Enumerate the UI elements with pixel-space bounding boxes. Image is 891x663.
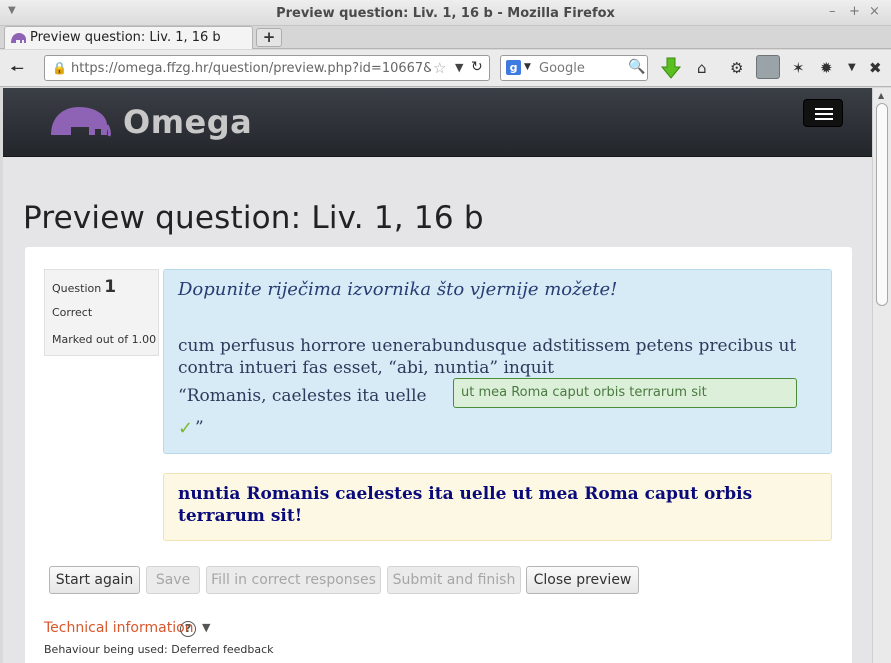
question-grade: Marked out of 1.00 bbox=[52, 333, 157, 346]
scrollbar-thumb[interactable] bbox=[876, 103, 888, 306]
window-titlebar: ▼ Preview question: Liv. 1, 16 b - Mozil… bbox=[0, 0, 891, 26]
google-icon[interactable]: g bbox=[506, 60, 521, 75]
download-arrow-icon[interactable] bbox=[661, 57, 681, 79]
close-preview-button[interactable]: Close preview bbox=[526, 566, 639, 594]
back-arrow-icon[interactable]: 🠔 bbox=[10, 58, 24, 85]
tab-title: Preview question: Liv. 1, 16 b bbox=[30, 30, 221, 45]
question-info: Question 1 Correct Marked out of 1.00 bbox=[44, 269, 159, 356]
closing-quote: ” bbox=[195, 418, 204, 438]
page-viewport: Omega Preview question: Liv. 1, 16 b Que… bbox=[3, 88, 872, 663]
question-formulation: Dopunite riječima izvornika što vjernije… bbox=[163, 269, 832, 454]
tab-strip: Preview question: Liv. 1, 16 b + bbox=[0, 26, 891, 49]
start-again-button[interactable]: Start again bbox=[49, 566, 140, 594]
omega-favicon-icon bbox=[11, 33, 26, 43]
addon-icon-2[interactable]: ✶ bbox=[792, 59, 805, 77]
lock-icon[interactable]: 🔒 bbox=[52, 61, 67, 75]
tab-preview-question[interactable]: Preview question: Liv. 1, 16 b bbox=[4, 26, 253, 49]
url-dropdown-icon[interactable]: ▼ bbox=[455, 61, 463, 74]
reload-icon[interactable]: ↻ bbox=[471, 59, 483, 75]
addon-icon-3[interactable]: ✹ bbox=[820, 59, 833, 77]
expand-caret-icon[interactable]: ▼ bbox=[202, 621, 210, 634]
search-engine-placeholder[interactable]: Google bbox=[539, 61, 585, 76]
submit-and-finish-button[interactable]: Submit and finish bbox=[387, 566, 521, 594]
menu-toggle-button[interactable] bbox=[803, 99, 843, 127]
page-title: Preview question: Liv. 1, 16 b bbox=[23, 200, 484, 236]
evernote-icon[interactable] bbox=[756, 55, 780, 79]
search-bar[interactable]: g ▼ Google 🔍 bbox=[500, 55, 648, 81]
hamburger-line bbox=[815, 108, 833, 110]
maximize-button[interactable]: + bbox=[849, 4, 860, 19]
site-header: Omega bbox=[3, 88, 872, 157]
save-button[interactable]: Save bbox=[146, 566, 200, 594]
hamburger-line bbox=[815, 118, 833, 120]
search-engine-dropdown-icon[interactable]: ▼ bbox=[524, 62, 531, 72]
question-number: Question 1 bbox=[52, 277, 116, 297]
question-instruction: Dopunite riječima izvornika što vjernije… bbox=[178, 279, 618, 300]
technical-information-link[interactable]: Technical information bbox=[44, 620, 194, 636]
addon-icon-1[interactable]: ⚙ bbox=[730, 59, 743, 77]
window-title: Preview question: Liv. 1, 16 b - Mozilla… bbox=[276, 6, 615, 21]
home-icon[interactable]: ⌂ bbox=[697, 59, 707, 77]
scroll-up-arrow-icon[interactable]: ▲ bbox=[878, 91, 884, 100]
toolbar-overflow-icon[interactable]: ▼ bbox=[848, 62, 856, 73]
question-state: Correct bbox=[52, 306, 93, 319]
brand-name[interactable]: Omega bbox=[123, 103, 252, 141]
right-answer-text: nuntia Romanis caelestes ita uelle ut me… bbox=[178, 484, 753, 526]
url-bar[interactable]: 🔒 https://omega.ffzg.hr/question/preview… bbox=[44, 55, 490, 81]
minimize-button[interactable]: – bbox=[829, 4, 836, 19]
url-text[interactable]: https://omega.ffzg.hr/question/preview.p… bbox=[71, 61, 431, 76]
hamburger-line bbox=[815, 113, 833, 115]
question-label: Question bbox=[52, 282, 102, 295]
bookmark-star-icon[interactable]: ☆ bbox=[433, 59, 446, 77]
behaviour-info: Behaviour being used: Deferred feedback bbox=[44, 643, 274, 656]
close-window-button[interactable]: × bbox=[869, 4, 880, 19]
correct-checkmark-icon: ✓ bbox=[178, 418, 194, 439]
right-answer-feedback: nuntia Romanis caelestes ita uelle ut me… bbox=[163, 473, 832, 541]
question-number-value: 1 bbox=[104, 277, 117, 297]
fill-correct-responses-button[interactable]: Fill in correct responses bbox=[206, 566, 381, 594]
question-text: cum perfusus horrore uenerabundusque ads… bbox=[178, 336, 797, 378]
question-card: Question 1 Correct Marked out of 1.00 Dop… bbox=[25, 247, 852, 663]
question-text-gap-prefix: “Romanis, caelestes ita uelle bbox=[178, 386, 427, 406]
answer-input[interactable]: ut mea Roma caput orbis terrarum sit bbox=[453, 378, 797, 408]
navigation-bar: 🠔 🔒 https://omega.ffzg.hr/question/previ… bbox=[0, 50, 891, 87]
tools-icon[interactable]: ✖ bbox=[869, 59, 882, 77]
new-tab-button[interactable]: + bbox=[256, 28, 282, 47]
search-icon[interactable]: 🔍 bbox=[628, 59, 645, 75]
page-scrollbar[interactable]: ▲ bbox=[872, 88, 891, 663]
omega-elephant-logo-icon[interactable] bbox=[49, 105, 111, 137]
help-icon[interactable]: ? bbox=[180, 621, 196, 637]
